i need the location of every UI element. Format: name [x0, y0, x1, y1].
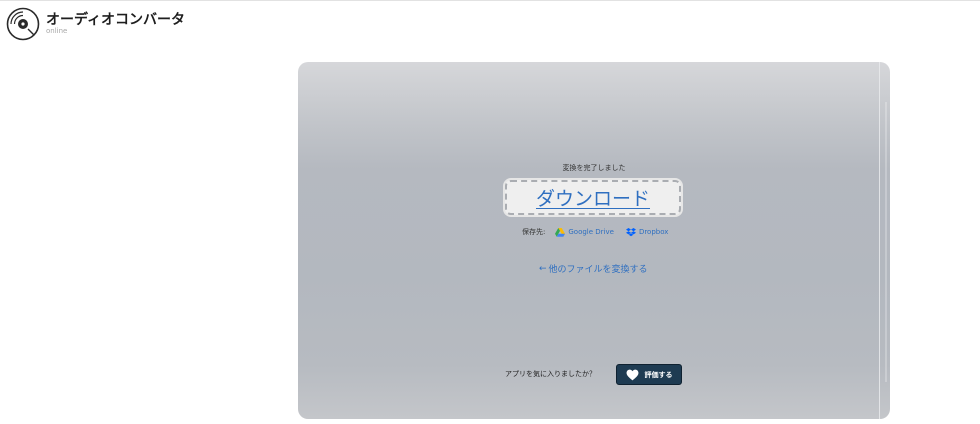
top-border [0, 0, 980, 1]
result-panel: 変換を完了しました ダウンロード 保存先: Google Drive Dropb… [298, 62, 890, 419]
arrow-left-icon: ← [539, 263, 547, 274]
app-title[interactable]: オーディオコンバータ [46, 9, 185, 29]
google-drive-label: Google Drive [568, 228, 614, 236]
rate-button[interactable]: 評価する [616, 364, 682, 385]
download-label: ダウンロード [535, 188, 650, 210]
panel-divider [879, 62, 880, 419]
save-to-label: 保存先: [522, 228, 546, 236]
rating-question: アプリを気に入りましたか？ [505, 370, 596, 378]
heart-icon [626, 369, 638, 380]
vinyl-logo-icon[interactable] [6, 7, 40, 41]
google-drive-link[interactable]: Google Drive [555, 227, 614, 237]
rate-button-label: 評価する [644, 370, 673, 379]
download-button[interactable]: ダウンロード [505, 180, 681, 215]
google-drive-icon [555, 227, 566, 237]
dropbox-icon [625, 227, 636, 236]
app-subtitle: online [46, 27, 68, 35]
panel-highlight [885, 102, 887, 382]
conversion-done-text: 変換を完了しました [562, 164, 626, 172]
convert-another-label: 他のファイルを変換する [548, 265, 648, 275]
dropbox-link[interactable]: Dropbox [625, 227, 669, 237]
convert-another-link[interactable]: ← 他のファイルを変換する [539, 262, 648, 276]
save-to-row: 保存先: Google Drive Dropbox [522, 226, 668, 238]
dropbox-label: Dropbox [638, 228, 669, 236]
